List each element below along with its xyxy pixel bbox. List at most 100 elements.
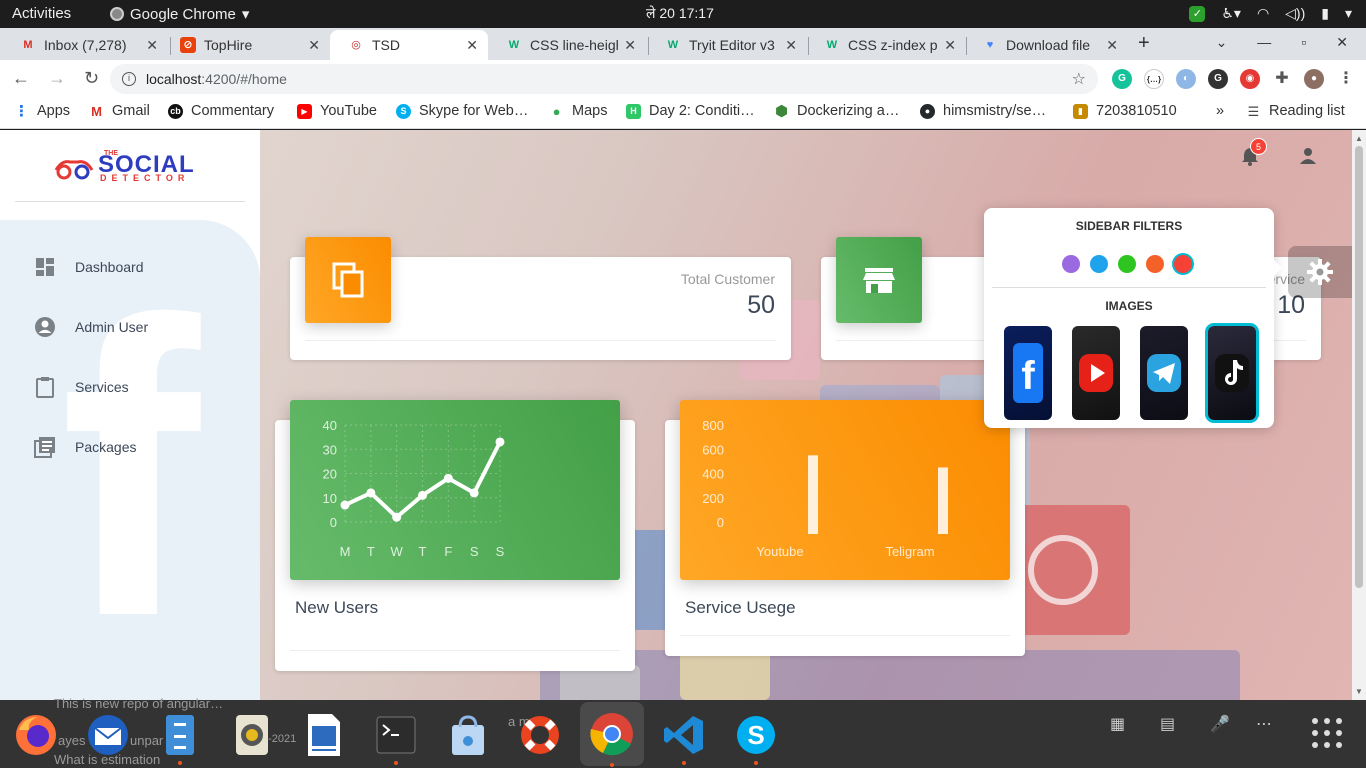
wifi-icon[interactable]: ◠ — [1257, 5, 1269, 22]
more-horizontal-icon[interactable]: ⋯ — [1256, 714, 1272, 734]
system-tray[interactable]: ✓ ♿▾ ◠ ◁)) ▮ ▾ — [1189, 5, 1352, 22]
notifications-button[interactable]: 5 — [1240, 138, 1267, 166]
dock-thunderbird[interactable] — [84, 711, 132, 759]
extension-red-icon[interactable]: ◉ — [1240, 69, 1260, 89]
scroll-down-icon[interactable]: ▼ — [1355, 687, 1363, 696]
dock-terminal[interactable] — [372, 711, 420, 765]
kebab-menu-icon[interactable]: ⋮ — [1336, 69, 1356, 89]
close-icon[interactable]: ✕ — [944, 37, 956, 54]
bookmarks-overflow[interactable]: » — [1216, 103, 1224, 119]
close-icon[interactable]: ✕ — [785, 37, 797, 54]
dock-chrome[interactable] — [580, 702, 644, 767]
bookmark-maps[interactable]: ● Maps — [549, 103, 608, 119]
info-icon[interactable]: i — [122, 72, 136, 86]
dock-writer[interactable] — [300, 711, 348, 759]
puzzle-icon[interactable]: ✚ — [1272, 69, 1292, 89]
new-tab-button[interactable]: + — [1138, 32, 1150, 55]
tab-inbox[interactable]: M Inbox (7,278) ✕ — [2, 30, 168, 60]
extension-blue-icon[interactable]: ◐ — [1176, 69, 1196, 89]
battery-icon[interactable]: ▮ — [1321, 5, 1329, 22]
update-shield-icon[interactable]: ✓ — [1189, 5, 1206, 22]
extension-g-icon[interactable]: G — [1208, 69, 1228, 89]
caret-down-icon[interactable]: ▾ — [1345, 5, 1352, 22]
maximize-icon[interactable]: ▫ — [1301, 34, 1306, 51]
accessibility-icon[interactable]: ♿▾ — [1221, 5, 1241, 22]
dock-vscode[interactable] — [660, 711, 708, 765]
color-filter-green[interactable] — [1118, 255, 1136, 273]
image-option-tiktok[interactable] — [1208, 326, 1256, 420]
show-applications-button[interactable] — [1312, 718, 1342, 748]
tab-download-file[interactable]: ♥ Download file ✕ — [964, 30, 1128, 60]
x-tick-label: T — [419, 544, 427, 559]
tab-css-z-index[interactable]: W CSS z-index pr ✕ — [806, 30, 966, 60]
volume-icon[interactable]: ◁)) — [1285, 5, 1305, 22]
bookmark-skype[interactable]: S Skype for Web… — [396, 103, 528, 119]
clock[interactable]: ले 20 17:17 — [646, 4, 714, 23]
sidebar-item-dashboard[interactable]: Dashboard — [34, 256, 144, 278]
caret-down-icon: ▾ — [241, 6, 250, 23]
color-filter-azure[interactable] — [1090, 255, 1108, 273]
bookmark-apps[interactable]: ⋮ Apps — [14, 103, 70, 119]
tab-tsd[interactable]: ◎ TSD ✕ — [330, 30, 488, 60]
page-scrollbar[interactable]: ▲ ▼ — [1352, 130, 1366, 700]
tiktok-icon — [1215, 354, 1249, 392]
grammarly-icon[interactable]: G — [1112, 69, 1132, 89]
profile-button[interactable] — [1298, 146, 1318, 166]
close-window-icon[interactable]: ✕ — [1336, 34, 1348, 51]
color-filter-purple[interactable] — [1062, 255, 1080, 273]
settings-toggle[interactable] — [1288, 246, 1352, 298]
close-icon[interactable]: ✕ — [1106, 37, 1118, 54]
json-formatter-icon[interactable]: {…} — [1144, 69, 1164, 89]
dock-tool-icon[interactable]: ▦ — [1110, 714, 1125, 734]
close-icon[interactable]: ✕ — [466, 37, 478, 54]
tab-tophire[interactable]: ⊘ TopHire ✕ — [162, 30, 330, 60]
dock-files[interactable] — [156, 711, 204, 765]
back-icon[interactable]: ← — [12, 68, 30, 89]
dock-rhythmbox[interactable] — [228, 711, 276, 759]
sidebar-item-packages[interactable]: Packages — [34, 436, 136, 458]
minimize-icon[interactable]: — — [1257, 34, 1271, 51]
running-indicator — [682, 761, 686, 765]
tab-tryit-editor[interactable]: W Tryit Editor v3 ✕ — [647, 30, 807, 60]
close-icon[interactable]: ✕ — [146, 37, 158, 54]
tab-css-line-height[interactable]: W CSS line-heigh ✕ — [488, 30, 646, 60]
bookmark-youtube[interactable]: ▶ YouTube — [297, 103, 377, 119]
bookmark-gmail[interactable]: M Gmail — [89, 103, 150, 119]
dock-help[interactable] — [516, 711, 564, 759]
avatar[interactable]: ● — [1304, 69, 1324, 89]
bookmark-github[interactable]: ● himsmistry/se… — [920, 103, 1046, 119]
microphone-icon[interactable]: 🎤 — [1210, 714, 1230, 734]
tab-search-icon[interactable]: ⌄ — [1216, 34, 1228, 51]
bookmark-star-icon[interactable]: ☆ — [1072, 69, 1086, 89]
app-menu[interactable]: Google Chrome ▾ — [110, 5, 249, 23]
dock-software[interactable] — [444, 711, 492, 759]
image-option-youtube[interactable] — [1072, 326, 1120, 420]
address-bar[interactable]: i localhost :4200/#/home ☆ — [110, 64, 1098, 94]
bookmark-dockerizing[interactable]: ⬢ Dockerizing a… — [774, 103, 899, 119]
bookmark-commentary[interactable]: cb Commentary — [168, 103, 274, 119]
dock-skype[interactable]: S — [732, 711, 780, 765]
color-filter-orange[interactable] — [1146, 255, 1164, 273]
image-option-facebook[interactable]: f — [1004, 326, 1052, 420]
bookmark-day2[interactable]: H Day 2: Conditi… — [626, 103, 755, 119]
sidebar-item-admin-user[interactable]: Admin User — [34, 316, 148, 338]
close-icon[interactable]: ✕ — [308, 37, 320, 54]
activities-button[interactable]: Activities — [12, 5, 71, 22]
reload-icon[interactable]: ↻ — [84, 68, 99, 89]
scrollbar-thumb[interactable] — [1355, 146, 1363, 588]
y-tick-label: 10 — [323, 491, 337, 506]
bookmark-page-icon: ▮ — [1073, 103, 1088, 119]
sidebar-item-services[interactable]: Services — [34, 376, 129, 398]
image-option-telegram[interactable] — [1140, 326, 1188, 420]
scroll-up-icon[interactable]: ▲ — [1355, 134, 1363, 143]
bookmark-phone[interactable]: ▮ 7203810510 — [1073, 103, 1177, 119]
x-tick-label: W — [391, 544, 404, 559]
dock-firefox[interactable] — [12, 711, 60, 759]
close-icon[interactable]: ✕ — [624, 37, 636, 54]
dock-tool-icon[interactable]: ▤ — [1160, 714, 1175, 734]
forward-icon[interactable]: → — [48, 68, 66, 89]
color-filter-red[interactable] — [1174, 255, 1192, 273]
logo[interactable]: THE SOCIAL DETECTOR — [54, 150, 210, 186]
reading-list[interactable]: ☰ Reading list — [1246, 103, 1345, 119]
maps-icon: ● — [552, 103, 561, 119]
